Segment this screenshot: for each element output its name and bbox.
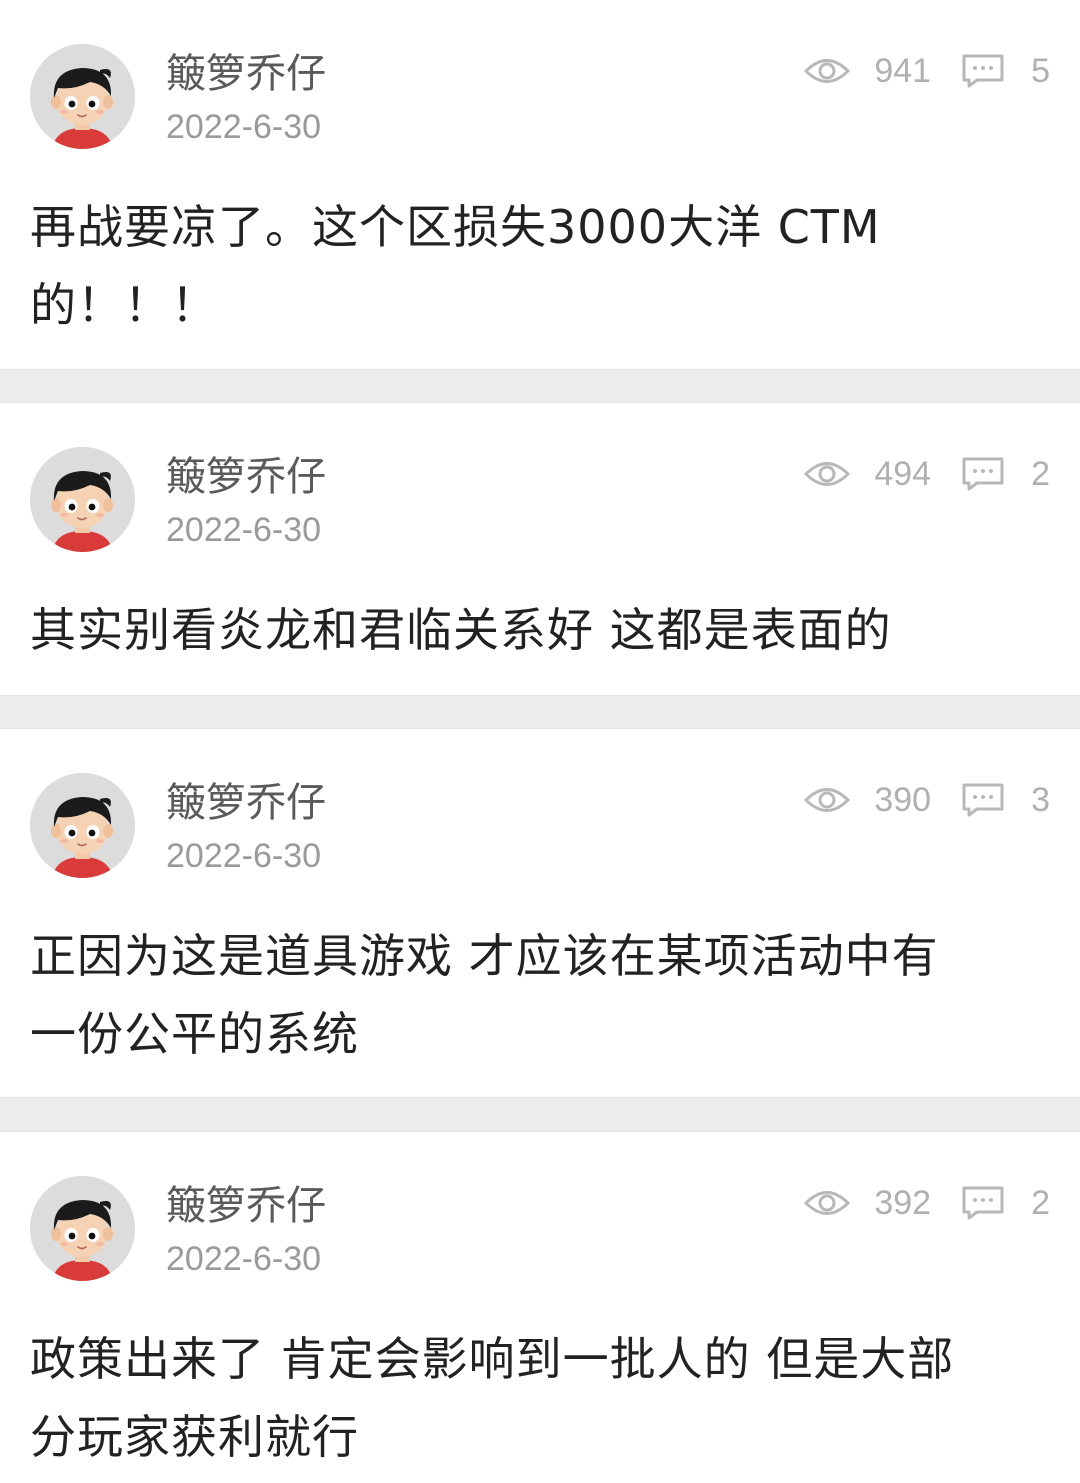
post-stats: 392 2 <box>804 1182 1050 1224</box>
post-date: 2022-6-30 <box>166 511 322 549</box>
username[interactable]: 簸箩乔仔 <box>166 453 326 501</box>
post-card[interactable]: 簸箩乔仔 2022-6-30 941 5 再战要凉了。这个区损失3000大洋 C… <box>0 0 1080 370</box>
view-count: 392 <box>804 1184 931 1223</box>
comment-icon <box>961 53 1017 89</box>
comment-icon <box>961 456 1017 492</box>
post-feed: 簸箩乔仔 2022-6-30 941 5 再战要凉了。这个区损失3000大洋 C… <box>0 0 1080 1483</box>
view-count: 390 <box>804 781 931 820</box>
comment-count-value: 3 <box>1031 780 1050 819</box>
view-count-value: 494 <box>874 454 932 493</box>
view-count-value: 941 <box>874 51 932 90</box>
avatar[interactable] <box>30 44 135 149</box>
avatar[interactable] <box>30 1176 135 1281</box>
comment-count-value: 2 <box>1031 454 1050 493</box>
post-content-line: 其实别看炎龙和君临关系好 这都是表面的 <box>30 603 892 657</box>
post-date: 2022-6-30 <box>166 108 322 146</box>
comment-count[interactable]: 3 <box>961 781 1050 820</box>
post-date: 2022-6-30 <box>166 837 322 875</box>
post-content-line: 的！！！ <box>30 278 218 332</box>
post-content-line: 分玩家获利就行 <box>30 1410 359 1464</box>
post-content-line: 再战要凉了。这个区损失3000大洋 CTM <box>30 200 881 254</box>
eye-icon <box>804 459 862 489</box>
comment-count[interactable]: 2 <box>961 1184 1050 1223</box>
comment-icon <box>961 1185 1017 1221</box>
post-card[interactable]: 簸箩乔仔 2022-6-30 494 2 其实别看炎龙和君临关系好 这都是表面的 <box>0 402 1080 696</box>
post-stats: 494 2 <box>804 453 1050 495</box>
post-stats: 390 3 <box>804 779 1050 821</box>
comment-count[interactable]: 2 <box>961 455 1050 494</box>
post-content[interactable]: 再战要凉了。这个区损失3000大洋 CTM 的！！！ <box>30 188 1030 344</box>
post-content-line: 一份公平的系统 <box>30 1007 359 1061</box>
view-count: 494 <box>804 455 931 494</box>
view-count: 941 <box>804 52 931 91</box>
eye-icon <box>804 1188 862 1218</box>
comment-count[interactable]: 5 <box>961 52 1050 91</box>
comment-count-value: 2 <box>1031 1183 1050 1222</box>
eye-icon <box>804 56 862 86</box>
comment-icon <box>961 782 1017 818</box>
post-content-line: 政策出来了 肯定会影响到一批人的 但是大部 <box>30 1332 955 1386</box>
view-count-value: 392 <box>874 1183 932 1222</box>
post-card[interactable]: 簸箩乔仔 2022-6-30 390 3 正因为这是道具游戏 才应该在某项活动中… <box>0 728 1080 1098</box>
view-count-value: 390 <box>874 780 932 819</box>
username[interactable]: 簸箩乔仔 <box>166 779 326 827</box>
username[interactable]: 簸箩乔仔 <box>166 50 326 98</box>
post-content[interactable]: 政策出来了 肯定会影响到一批人的 但是大部 分玩家获利就行 <box>30 1320 1030 1476</box>
username[interactable]: 簸箩乔仔 <box>166 1182 326 1230</box>
post-card[interactable]: 簸箩乔仔 2022-6-30 392 2 政策出来了 肯定会影响到一批人的 但是… <box>0 1131 1080 1483</box>
post-content-line: 正因为这是道具游戏 才应该在某项活动中有 <box>30 929 939 983</box>
comment-count-value: 5 <box>1031 51 1050 90</box>
avatar[interactable] <box>30 773 135 878</box>
post-content[interactable]: 正因为这是道具游戏 才应该在某项活动中有 一份公平的系统 <box>30 917 1030 1073</box>
avatar[interactable] <box>30 447 135 552</box>
eye-icon <box>804 785 862 815</box>
post-date: 2022-6-30 <box>166 1240 322 1278</box>
post-stats: 941 5 <box>804 50 1050 92</box>
post-content[interactable]: 其实别看炎龙和君临关系好 这都是表面的 <box>30 591 1030 669</box>
